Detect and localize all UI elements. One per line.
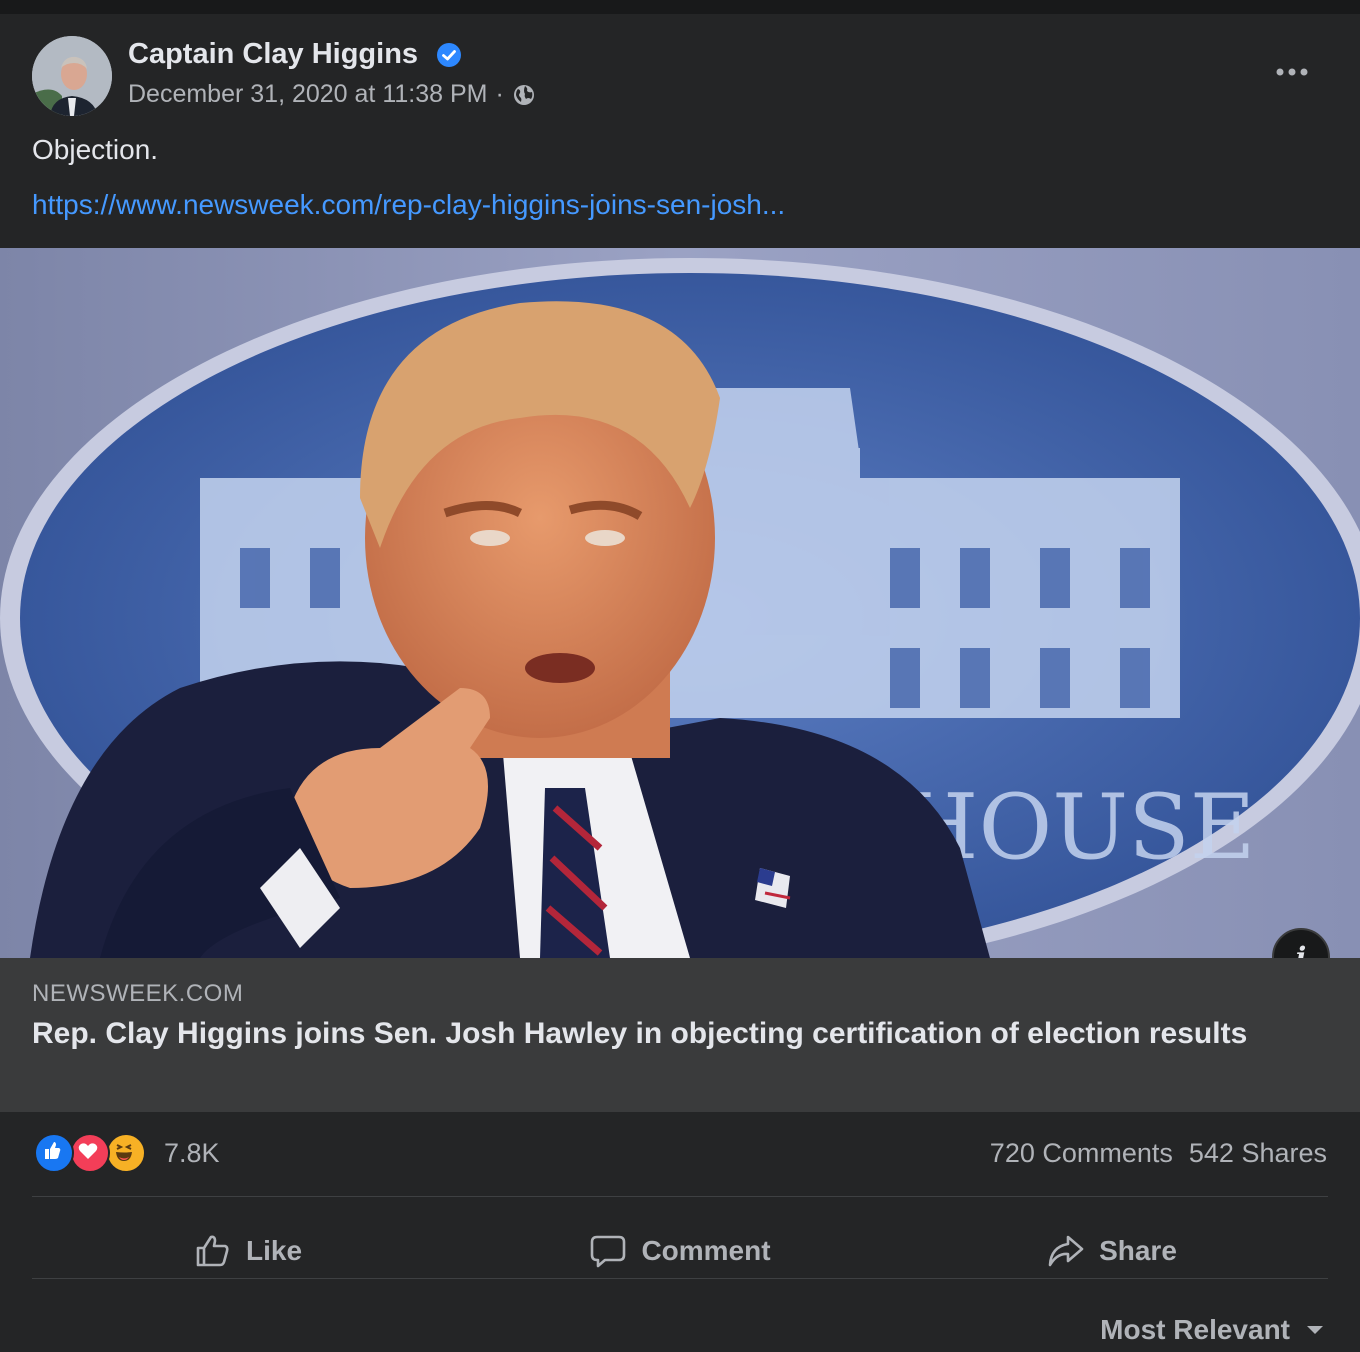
- post-text: Objection.: [32, 134, 159, 165]
- reactions-summary[interactable]: 7.8K: [34, 1133, 220, 1173]
- comment-label: Comment: [641, 1235, 771, 1266]
- post-meta: December 31, 2020 at 11:38 PM ·: [128, 80, 536, 109]
- like-reaction-icon: [34, 1133, 74, 1173]
- meta-separator: ·: [495, 80, 504, 108]
- haha-reaction-icon: [106, 1133, 146, 1173]
- like-button[interactable]: Like: [32, 1211, 464, 1291]
- link-preview-image[interactable]: HOUSE: [0, 248, 1360, 958]
- comment-bubble-icon: [591, 1235, 626, 1268]
- link-preview-caption[interactable]: NEWSWEEK.COM Rep. Clay Higgins joins Sen…: [0, 958, 1360, 1112]
- post-actions: Like Comment Share: [32, 1211, 1328, 1291]
- link-headline: Rep. Clay Higgins joins Sen. Josh Hawley…: [32, 1017, 1248, 1050]
- shares-count[interactable]: 542 Shares: [1189, 1138, 1327, 1169]
- window-top-bar: [0, 0, 1360, 14]
- comments-sort-dropdown[interactable]: Most Relevant: [1100, 1314, 1324, 1346]
- share-button[interactable]: Share: [896, 1211, 1328, 1291]
- like-label: Like: [245, 1235, 303, 1266]
- engagement-counts: 720 Comments 542 Shares: [990, 1138, 1327, 1169]
- love-reaction-icon: [70, 1133, 110, 1173]
- author-name[interactable]: Captain Clay Higgins: [128, 38, 418, 71]
- post-link[interactable]: https://www.newsweek.com/rep-clay-higgin…: [32, 189, 785, 221]
- thumbs-up-icon: [196, 1235, 229, 1267]
- sort-label: Most Relevant: [1100, 1314, 1290, 1345]
- author-avatar[interactable]: [32, 36, 112, 116]
- comment-button[interactable]: Comment: [464, 1211, 896, 1291]
- actions-divider-top: [32, 1196, 1328, 1197]
- reactions-count: 7.8K: [164, 1137, 220, 1168]
- verified-badge-icon: [437, 43, 461, 67]
- actions-divider-bottom: [32, 1278, 1328, 1279]
- link-domain: NEWSWEEK.COM: [32, 980, 244, 1007]
- share-label: Share: [1099, 1235, 1177, 1266]
- caret-down-icon: [1307, 1326, 1323, 1334]
- comments-count[interactable]: 720 Comments: [990, 1138, 1173, 1169]
- post-timestamp[interactable]: December 31, 2020 at 11:38 PM: [128, 80, 487, 109]
- globe-icon[interactable]: [512, 83, 536, 107]
- share-arrow-icon: [1048, 1235, 1084, 1267]
- more-options-icon[interactable]: [1268, 60, 1316, 84]
- feed-post: Captain Clay Higgins December 31, 2020 a…: [0, 14, 1360, 1352]
